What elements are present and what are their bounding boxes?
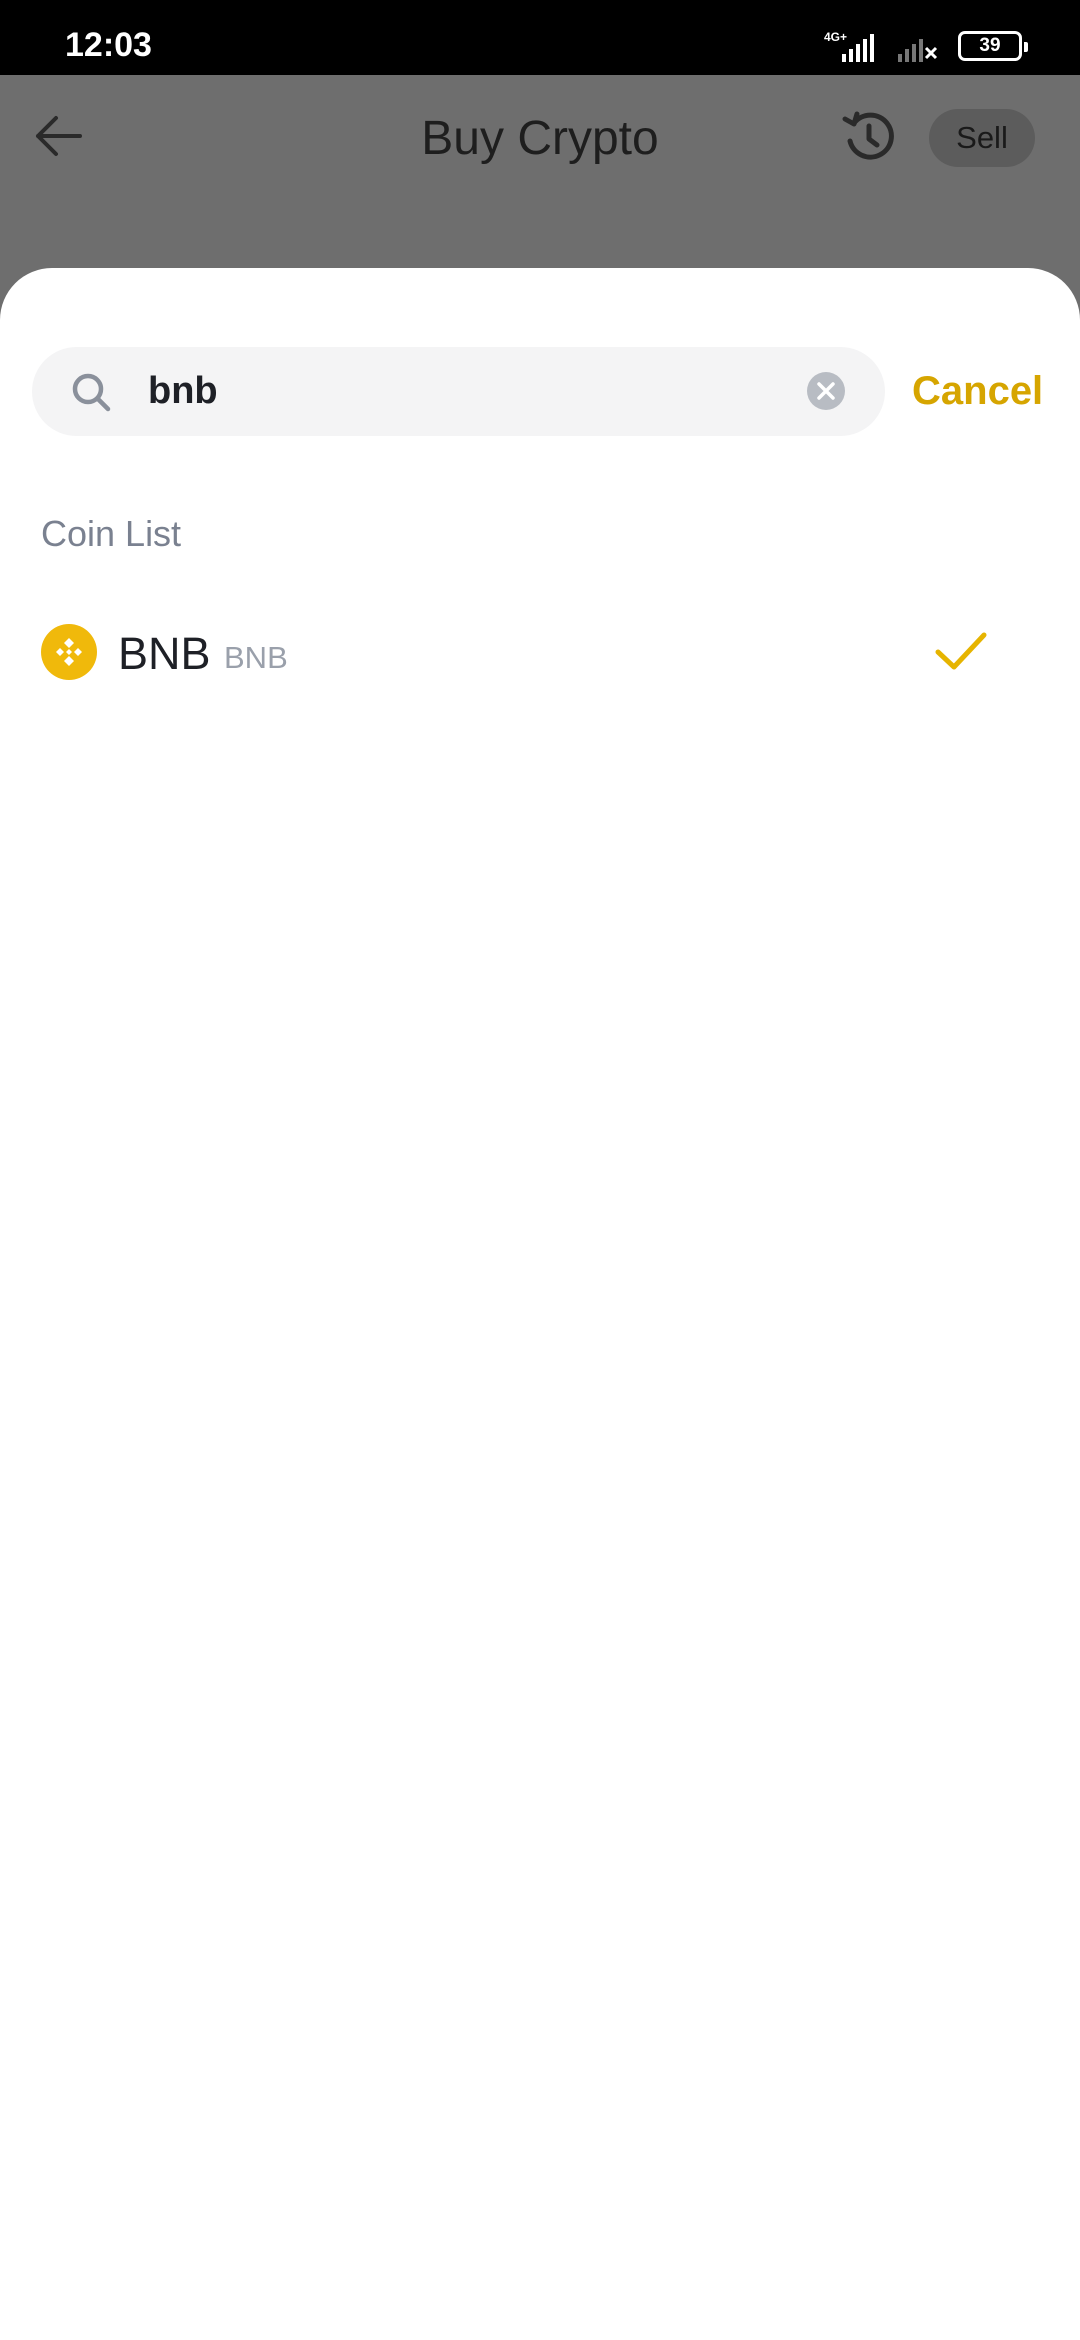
clear-search-icon[interactable] [805, 370, 847, 412]
sell-button[interactable]: Sell [929, 109, 1035, 167]
coin-name: BNB [118, 628, 211, 679]
network-type-label: 4G+ [824, 30, 847, 44]
status-indicators: 4G+ 39 [822, 28, 1028, 64]
coin-search-sheet: Cancel Coin List BNB BNB [0, 268, 1080, 2340]
status-time: 12:03 [65, 26, 152, 64]
history-icon[interactable] [838, 107, 898, 167]
signal-4g-icon: 4G+ [824, 30, 874, 62]
bnb-coin-icon [41, 624, 97, 680]
coin-symbol: BNB [224, 640, 288, 675]
coin-list-heading: Coin List [41, 513, 182, 554]
coin-list-item[interactable]: BNB BNB [0, 598, 1080, 698]
battery-icon: 39 [958, 31, 1028, 61]
search-icon [72, 373, 111, 412]
checkmark-icon [935, 632, 987, 670]
status-bar: 12:03 4G+ 39 [0, 0, 1080, 75]
search-input[interactable] [148, 359, 798, 424]
signal-no-service-icon [898, 39, 938, 62]
page-title: Buy Crypto [421, 112, 659, 165]
cancel-button[interactable]: Cancel [912, 369, 1043, 414]
search-bar[interactable] [32, 347, 885, 436]
battery-level: 39 [979, 35, 1001, 56]
